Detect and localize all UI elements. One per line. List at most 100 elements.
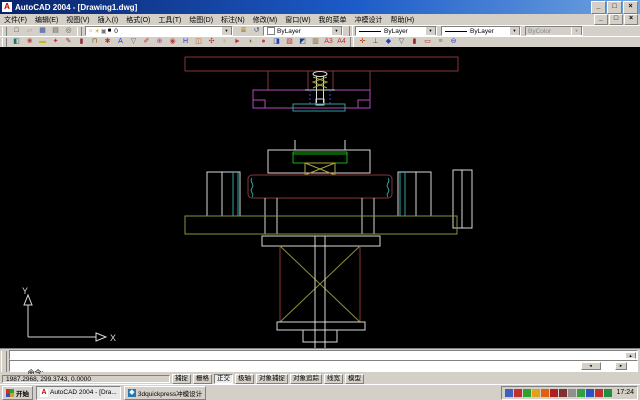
menu-item[interactable]: 工具(T) [154, 15, 185, 25]
custom-tool-6[interactable]: ▮ [75, 37, 88, 47]
custom-tool-15[interactable]: ◫ [192, 37, 205, 47]
status-toggle-button[interactable]: 对象追踪 [290, 374, 322, 384]
custom-tool-21[interactable]: ◨ [270, 37, 283, 47]
tray-icon-7[interactable] [559, 389, 567, 397]
menu-item[interactable]: 绘图(D) [185, 15, 217, 25]
color-combo-arrow[interactable]: ▼ [331, 26, 342, 36]
die-tool-8[interactable]: ⊖ [447, 37, 460, 47]
preview-icon[interactable]: ◎ [62, 26, 75, 36]
menu-item[interactable]: 格式(O) [122, 15, 154, 25]
tray-icon-6[interactable] [550, 389, 558, 397]
custom-tool-24[interactable]: ▥ [309, 37, 322, 47]
status-toggle-button[interactable]: 正交 [214, 374, 233, 384]
close-button[interactable]: × [623, 1, 638, 14]
custom-tool-13[interactable]: ◉ [166, 37, 179, 47]
custom-tool-10[interactable]: ▽ [127, 37, 140, 47]
tray-icon-11[interactable] [595, 389, 603, 397]
die-tool-4[interactable]: ▽ [395, 37, 408, 47]
die-tool-2[interactable]: ⊥ [369, 37, 382, 47]
die-tool-5[interactable]: ▮ [408, 37, 421, 47]
custom-tool-2[interactable]: ❀ [23, 37, 36, 47]
tray-icon-10[interactable] [586, 389, 594, 397]
custom-tool-12[interactable]: ⊕ [153, 37, 166, 47]
custom-tool-16[interactable]: ✣ [205, 37, 218, 47]
custom-tool-3[interactable]: ▬ [36, 37, 49, 47]
taskbar-task-button[interactable]: A AutoCAD 2004 - [Dra... [36, 386, 121, 400]
custom-tool-23[interactable]: ◩ [296, 37, 309, 47]
custom-tool-19[interactable]: ◗ [244, 37, 257, 47]
layer-combo-arrow[interactable]: ▼ [221, 26, 232, 36]
tray-icon-4[interactable] [532, 389, 540, 397]
restore-button[interactable]: □ [607, 1, 622, 14]
custom-tool-14[interactable]: H [179, 37, 192, 47]
status-toggle-button[interactable]: 对象捕捉 [256, 374, 288, 384]
custom-tool-4[interactable]: ✦ [49, 37, 62, 47]
die-tool-6[interactable]: ▭ [421, 37, 434, 47]
custom-tool-11[interactable]: ✐ [140, 37, 153, 47]
die-tool-3[interactable]: ◆ [382, 37, 395, 47]
tray-icon-1[interactable] [505, 389, 513, 397]
taskbar-task-button[interactable]: ◆ 3dquickpress冲模设计 [124, 386, 206, 400]
color-combo[interactable]: ByLayer ▼ [263, 26, 343, 36]
custom-tool-7[interactable]: ⊓ [88, 37, 101, 47]
custom-tool-9[interactable]: A [114, 37, 127, 47]
start-button[interactable]: 开始 [2, 386, 33, 400]
linetype-combo[interactable]: ByLayer ▼ [355, 26, 437, 36]
menu-item[interactable]: 冲模设计 [351, 15, 387, 25]
drawing-canvas[interactable]: Y X [0, 47, 640, 348]
custom-tool-5[interactable]: ✎ [62, 37, 75, 47]
custom-tool-17[interactable]: ♀ [218, 37, 231, 47]
coordinate-display[interactable]: 1987.2968, 299.3743, 0.0000 [2, 375, 170, 383]
linetype-combo-arrow[interactable]: ▼ [425, 26, 436, 36]
custom-tool-26[interactable]: A4 [335, 37, 348, 47]
custom-tool-22[interactable]: ▧ [283, 37, 296, 47]
menu-item[interactable]: 我的菜单 [315, 15, 351, 25]
plot-icon[interactable]: ▤ [49, 26, 62, 36]
custom-tool-25[interactable]: A3 [322, 37, 335, 47]
toolbar-grip[interactable] [2, 38, 7, 47]
minimize-button[interactable]: _ [591, 1, 606, 14]
command-window-grip[interactable] [1, 351, 7, 372]
toolbar-grip[interactable] [77, 27, 82, 36]
command-input[interactable]: 命令: ◄ ► [9, 360, 638, 372]
custom-tool-1[interactable]: ◧ [10, 37, 23, 47]
doc-restore-button[interactable]: □ [609, 14, 623, 25]
menu-item[interactable]: 视图(V) [62, 15, 93, 25]
status-toggle-button[interactable]: 线宽 [324, 374, 343, 384]
tray-icon-12[interactable] [604, 389, 612, 397]
hscroll-left-button[interactable]: ◄ [581, 362, 601, 370]
menu-item[interactable]: 帮助(H) [387, 15, 419, 25]
save-icon[interactable]: ▦ [36, 26, 49, 36]
custom-tool-18[interactable]: ► [231, 37, 244, 47]
open-file-icon[interactable]: ▱ [23, 26, 36, 36]
custom-tool-20[interactable]: ● [257, 37, 270, 47]
menu-item[interactable]: 窗口(W) [281, 15, 314, 25]
tray-icon-3[interactable] [523, 389, 531, 397]
status-toggle-button[interactable]: 捕捉 [172, 374, 191, 384]
die-tool-1[interactable]: ✛ [356, 37, 369, 47]
status-toggle-button[interactable]: 栅格 [193, 374, 212, 384]
tray-icon-9[interactable] [577, 389, 585, 397]
doc-close-button[interactable]: × [624, 14, 638, 25]
status-toggle-button[interactable]: 极轴 [235, 374, 254, 384]
layer-combo[interactable]: ☼ ☀ ▣ ■ 0 ▼ [85, 26, 233, 36]
layer-previous-icon[interactable]: ↺ [250, 26, 263, 36]
menu-item[interactable]: 修改(M) [249, 15, 282, 25]
new-file-icon[interactable]: □ [10, 26, 23, 36]
tray-icon-5[interactable] [541, 389, 549, 397]
menu-item[interactable]: 插入(I) [94, 15, 123, 25]
tray-icon-2[interactable] [514, 389, 522, 397]
hscroll-right-button[interactable]: ► [615, 362, 627, 370]
lineweight-combo-arrow[interactable]: ▼ [509, 26, 520, 36]
command-history[interactable]: 命令: '_.zoom _e ▲ ▼ [9, 350, 638, 360]
menu-item[interactable]: 标注(N) [217, 15, 249, 25]
tray-icon-8[interactable] [568, 389, 576, 397]
layer-manager-icon[interactable]: ≣ [237, 26, 250, 36]
menu-item[interactable]: 文件(F) [0, 15, 31, 25]
custom-tool-8[interactable]: ✱ [101, 37, 114, 47]
toolbar-grip[interactable] [2, 27, 7, 36]
status-toggle-button[interactable]: 模型 [345, 374, 364, 384]
menu-item[interactable]: 编辑(E) [31, 15, 62, 25]
die-tool-7[interactable]: ≡ [434, 37, 447, 47]
doc-minimize-button[interactable]: _ [594, 14, 608, 25]
